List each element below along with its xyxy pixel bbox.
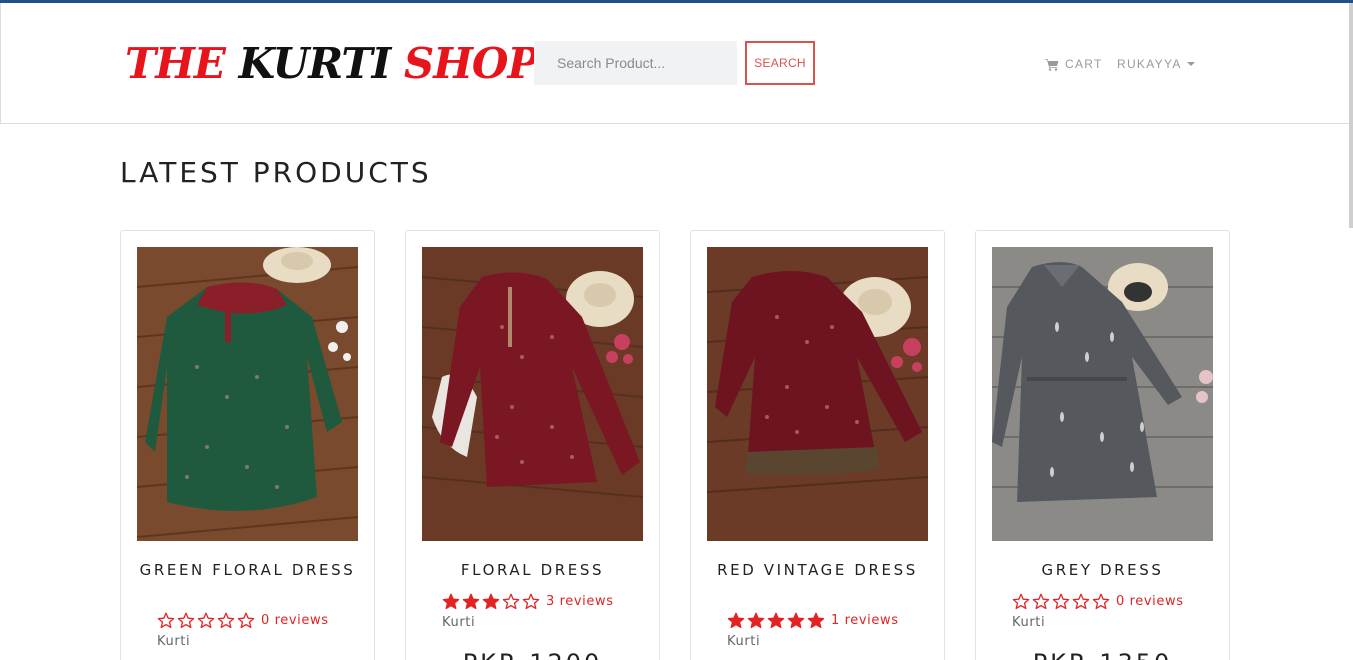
product-price: PKR 1200 bbox=[422, 649, 643, 660]
star-filled-icon bbox=[807, 612, 825, 629]
rating-stars bbox=[1012, 593, 1110, 610]
product-title[interactable]: FLORAL DRESS bbox=[422, 561, 643, 580]
reviews-count: 1 reviews bbox=[831, 613, 899, 628]
product-card[interactable]: RED VINTAGE DRESS 1 reviews Kurti bbox=[690, 230, 945, 660]
star-empty-icon bbox=[1012, 593, 1030, 610]
star-empty-icon bbox=[522, 593, 540, 610]
product-category: Kurti bbox=[157, 634, 191, 649]
product-image[interactable] bbox=[707, 247, 928, 541]
star-empty-icon bbox=[217, 612, 235, 629]
star-empty-icon bbox=[157, 612, 175, 629]
nav-cart-link[interactable]: CART bbox=[1045, 55, 1103, 73]
product-card[interactable]: GREY DRESS 0 reviews Kurti PKR 1350 bbox=[975, 230, 1230, 660]
page-scrollbar[interactable] bbox=[1349, 3, 1353, 228]
navbar: THE KURTI SHOP Search Product... SEARCH … bbox=[0, 3, 1350, 124]
cart-label: CART bbox=[1065, 57, 1103, 71]
product-card[interactable]: GREEN FLORAL DRESS 0 reviews Kurti bbox=[120, 230, 375, 660]
rating-stars bbox=[727, 612, 825, 629]
product-image[interactable] bbox=[137, 247, 358, 541]
reviews-count: 3 reviews bbox=[546, 594, 614, 609]
page-title: LATEST PRODUCTS bbox=[120, 156, 432, 189]
star-filled-icon bbox=[482, 593, 500, 610]
brand-word-2: KURTI bbox=[238, 39, 392, 88]
product-card[interactable]: FLORAL DRESS 3 reviews Kurti PKR 1200 bbox=[405, 230, 660, 660]
star-empty-icon bbox=[1052, 593, 1070, 610]
product-category: Kurti bbox=[727, 634, 761, 649]
rating-stars bbox=[157, 612, 255, 629]
user-menu-toggle[interactable]: RUKAYYA bbox=[1117, 55, 1195, 73]
brand-logo[interactable]: THE KURTI SHOP bbox=[125, 39, 539, 88]
product-rating: 0 reviews bbox=[157, 612, 329, 629]
user-name: RUKAYYA bbox=[1117, 57, 1182, 71]
product-rating: 0 reviews bbox=[1012, 593, 1184, 610]
star-filled-icon bbox=[747, 612, 765, 629]
product-category: Kurti bbox=[1012, 615, 1046, 630]
product-image[interactable] bbox=[992, 247, 1213, 541]
star-empty-icon bbox=[177, 612, 195, 629]
product-rating: 3 reviews bbox=[442, 593, 614, 610]
star-empty-icon bbox=[502, 593, 520, 610]
product-rating: 1 reviews bbox=[727, 612, 899, 629]
star-empty-icon bbox=[1072, 593, 1090, 610]
caret-down-icon bbox=[1186, 62, 1195, 66]
reviews-count: 0 reviews bbox=[1116, 594, 1184, 609]
star-filled-icon bbox=[462, 593, 480, 610]
shopping-cart-icon bbox=[1045, 58, 1059, 71]
search-placeholder: Search Product... bbox=[557, 55, 666, 71]
rating-stars bbox=[442, 593, 540, 610]
brand-word-3: SHOP bbox=[403, 39, 539, 88]
product-title[interactable]: RED VINTAGE DRESS bbox=[707, 561, 928, 580]
product-title[interactable]: GREEN FLORAL DRESS bbox=[137, 561, 358, 580]
star-filled-icon bbox=[767, 612, 785, 629]
search-input[interactable]: Search Product... bbox=[534, 41, 737, 85]
star-empty-icon bbox=[197, 612, 215, 629]
star-empty-icon bbox=[1092, 593, 1110, 610]
star-filled-icon bbox=[442, 593, 460, 610]
brand-word-1: THE bbox=[125, 39, 226, 88]
star-filled-icon bbox=[787, 612, 805, 629]
product-price: PKR 1350 bbox=[992, 649, 1213, 660]
product-title[interactable]: GREY DRESS bbox=[992, 561, 1213, 580]
star-empty-icon bbox=[1032, 593, 1050, 610]
reviews-count: 0 reviews bbox=[261, 613, 329, 628]
product-category: Kurti bbox=[442, 615, 476, 630]
star-filled-icon bbox=[727, 612, 745, 629]
search-button[interactable]: SEARCH bbox=[745, 41, 815, 85]
product-image[interactable] bbox=[422, 247, 643, 541]
star-empty-icon bbox=[237, 612, 255, 629]
